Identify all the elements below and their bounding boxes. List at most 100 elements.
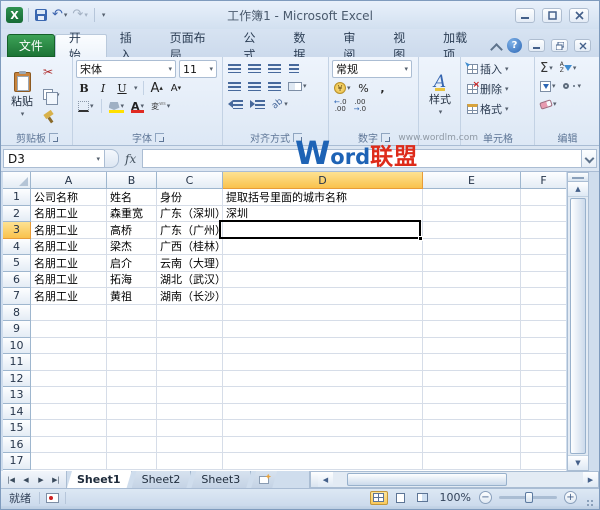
- cell-A10[interactable]: [31, 338, 107, 355]
- cell-D4[interactable]: [223, 239, 423, 256]
- row-header-17[interactable]: 17: [3, 453, 31, 470]
- align-right-button[interactable]: [266, 78, 283, 94]
- cell-F8[interactable]: [521, 305, 566, 322]
- redo-button[interactable]: ↷▾: [71, 8, 88, 22]
- excel-logo-icon[interactable]: X: [6, 7, 23, 23]
- align-center-button[interactable]: [246, 78, 263, 94]
- increase-decimal-button[interactable]: ←.0.00: [332, 98, 349, 114]
- row-header-8[interactable]: 8: [3, 305, 31, 322]
- cell-A8[interactable]: [31, 305, 107, 322]
- cell-D17[interactable]: [223, 453, 423, 470]
- comma-style-button[interactable]: ,: [375, 80, 391, 96]
- tab-file[interactable]: 文件: [7, 34, 55, 57]
- row-header-12[interactable]: 12: [3, 371, 31, 388]
- italic-button[interactable]: I: [95, 80, 111, 96]
- maximize-button[interactable]: [542, 8, 562, 23]
- scroll-up-button[interactable]: ▲: [568, 182, 588, 197]
- tab-page-layout[interactable]: 页面布局: [157, 34, 231, 57]
- format-cells-button[interactable]: 格式▾: [464, 100, 512, 118]
- cell-A7[interactable]: 名朋工业: [31, 288, 107, 305]
- delete-cells-button[interactable]: 删除▾: [464, 80, 512, 98]
- zoom-out-button[interactable]: −: [479, 491, 492, 504]
- cell-B9[interactable]: [107, 321, 157, 338]
- cell-F15[interactable]: [521, 420, 566, 437]
- col-header-D[interactable]: D: [223, 172, 423, 189]
- help-icon[interactable]: ?: [507, 38, 522, 53]
- first-sheet-button[interactable]: |◀: [4, 476, 18, 484]
- cell-B6[interactable]: 拓海: [107, 272, 157, 289]
- cell-B4[interactable]: 梁杰: [107, 239, 157, 256]
- tab-insert[interactable]: 插入: [107, 34, 157, 57]
- row-header-2[interactable]: 2: [3, 206, 31, 223]
- row-header-13[interactable]: 13: [3, 387, 31, 404]
- row-header-4[interactable]: 4: [3, 239, 31, 256]
- cell-C16[interactable]: [157, 437, 223, 454]
- cell-A4[interactable]: 名朋工业: [31, 239, 107, 256]
- last-sheet-button[interactable]: ▶|: [49, 476, 63, 484]
- clear-button[interactable]: ▾: [538, 96, 559, 112]
- cell-B1[interactable]: 姓名: [107, 189, 157, 206]
- cell-C13[interactable]: [157, 387, 223, 404]
- cell-C8[interactable]: [157, 305, 223, 322]
- undo-button[interactable]: ↶▾: [51, 8, 68, 22]
- number-format-select[interactable]: 常规▾: [332, 60, 412, 78]
- cell-F11[interactable]: [521, 354, 566, 371]
- page-break-view-button[interactable]: [414, 491, 432, 505]
- align-bottom-button[interactable]: [266, 60, 283, 76]
- col-header-A[interactable]: A: [31, 172, 107, 189]
- cell-A11[interactable]: [31, 354, 107, 371]
- sheet-tab-sheet3[interactable]: Sheet3: [191, 471, 251, 488]
- row-header-16[interactable]: 16: [3, 437, 31, 454]
- cell-B13[interactable]: [107, 387, 157, 404]
- font-dialog-launcher[interactable]: [155, 133, 164, 142]
- sort-filter-button[interactable]: AZ▾: [558, 60, 579, 76]
- vertical-scrollbar[interactable]: ▲ ▼: [567, 172, 589, 471]
- select-all-corner[interactable]: [3, 172, 31, 189]
- cell-E5[interactable]: [423, 255, 521, 272]
- tab-addins[interactable]: 加载项: [430, 34, 492, 57]
- wrap-text-button[interactable]: [286, 60, 302, 76]
- cell-E15[interactable]: [423, 420, 521, 437]
- prev-sheet-button[interactable]: ◀: [19, 476, 33, 484]
- cell-B14[interactable]: [107, 404, 157, 421]
- row-header-9[interactable]: 9: [3, 321, 31, 338]
- zoom-level[interactable]: 100%: [440, 491, 471, 504]
- cell-F17[interactable]: [521, 453, 566, 470]
- cell-E16[interactable]: [423, 437, 521, 454]
- page-layout-view-button[interactable]: [392, 491, 410, 505]
- align-top-button[interactable]: [226, 60, 243, 76]
- cell-A17[interactable]: [31, 453, 107, 470]
- col-header-C[interactable]: C: [157, 172, 223, 189]
- workbook-close-button[interactable]: [574, 39, 591, 52]
- align-middle-button[interactable]: [246, 60, 263, 76]
- cell-F1[interactable]: [521, 189, 566, 206]
- tab-review[interactable]: 审阅: [330, 34, 380, 57]
- cell-C1[interactable]: 身份: [157, 189, 223, 206]
- cell-C5[interactable]: 云南（大理）: [157, 255, 223, 272]
- resize-grip[interactable]: [583, 492, 595, 504]
- row-header-6[interactable]: 6: [3, 272, 31, 289]
- cell-E3[interactable]: [423, 222, 521, 239]
- cell-D7[interactable]: [223, 288, 423, 305]
- phonetic-guide-button[interactable]: 変ws▾: [149, 98, 172, 114]
- row-header-10[interactable]: 10: [3, 338, 31, 355]
- fill-button[interactable]: ▾: [538, 78, 558, 94]
- cell-E9[interactable]: [423, 321, 521, 338]
- cell-C11[interactable]: [157, 354, 223, 371]
- accounting-format-button[interactable]: ¥▾: [332, 80, 353, 96]
- cell-B12[interactable]: [107, 371, 157, 388]
- insert-cells-button[interactable]: 插入▾: [464, 60, 512, 78]
- styles-button[interactable]: A 样式 ▾: [422, 59, 458, 130]
- row-header-11[interactable]: 11: [3, 354, 31, 371]
- zoom-slider[interactable]: [499, 496, 557, 499]
- close-button[interactable]: [569, 8, 589, 23]
- tab-split-handle[interactable]: [310, 472, 318, 487]
- horizontal-scrollbar[interactable]: ◀ ▶: [309, 471, 599, 488]
- cell-D13[interactable]: [223, 387, 423, 404]
- cell-E4[interactable]: [423, 239, 521, 256]
- format-painter-button[interactable]: [40, 109, 63, 127]
- cell-A15[interactable]: [31, 420, 107, 437]
- cell-D1[interactable]: 提取括号里面的城市名称: [223, 189, 423, 206]
- row-header-7[interactable]: 7: [3, 288, 31, 305]
- cell-E14[interactable]: [423, 404, 521, 421]
